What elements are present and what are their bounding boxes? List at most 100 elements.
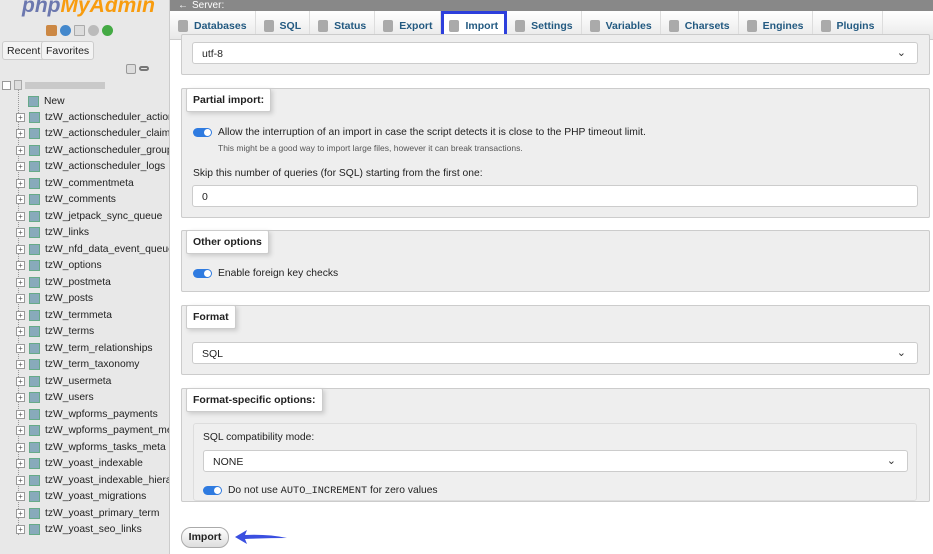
- home-icon[interactable]: [46, 25, 57, 36]
- expand-icon[interactable]: +: [16, 327, 25, 336]
- foreign-key-toggle[interactable]: [193, 268, 212, 278]
- table-icon: [29, 408, 40, 420]
- settings-gear-icon[interactable]: [88, 25, 99, 36]
- table-item[interactable]: + tzW_users: [16, 390, 94, 406]
- table-item[interactable]: + tzW_comments: [16, 192, 116, 208]
- table-item[interactable]: + tzW_posts: [16, 291, 93, 307]
- table-icon: [29, 227, 40, 238]
- expand-icon[interactable]: +: [16, 508, 25, 518]
- table-item[interactable]: + tzW_options: [16, 258, 102, 274]
- table-item[interactable]: + tzW_postmeta: [16, 274, 111, 290]
- status-icon: [318, 19, 329, 32]
- import-button[interactable]: Import: [181, 527, 229, 548]
- expand-icon[interactable]: +: [16, 426, 25, 435]
- table-icon: [29, 260, 40, 271]
- expand-icon[interactable]: +: [16, 261, 25, 270]
- table-item[interactable]: + tzW_yoast_seo_links: [16, 522, 142, 538]
- expand-icon[interactable]: +: [16, 244, 25, 254]
- table-item[interactable]: + tzW_wpforms_payment_meta: [16, 423, 169, 439]
- expand-icon[interactable]: +: [16, 195, 25, 204]
- new-table-icon: [28, 95, 39, 107]
- expand-icon[interactable]: +: [16, 211, 25, 221]
- export-icon: [383, 19, 394, 32]
- format-select[interactable]: SQL ⌄: [192, 342, 918, 364]
- table-icon: [29, 293, 40, 304]
- table-item[interactable]: + tzW_terms: [16, 324, 94, 340]
- server-link[interactable]: Server:: [192, 0, 224, 11]
- reload-icon[interactable]: [102, 25, 113, 36]
- table-icon: [29, 375, 40, 387]
- navigation-sidebar: phpMyAdmin Recent Favorites New + tzW_act…: [0, 0, 170, 554]
- expand-icon[interactable]: +: [16, 277, 25, 287]
- expand-icon[interactable]: +: [16, 228, 25, 237]
- table-icon: [29, 474, 40, 486]
- import-form: utf-8 ⌄ Partial import: Allow the interru…: [170, 34, 933, 554]
- table-icon: [29, 243, 40, 255]
- favorites-button[interactable]: Favorites: [41, 41, 95, 60]
- new-table-item[interactable]: New: [28, 93, 65, 109]
- expand-icon[interactable]: +: [16, 343, 25, 353]
- format-legend: Format: [186, 305, 236, 329]
- expand-icon[interactable]: +: [16, 145, 25, 155]
- foreign-key-row: Enable foreign key checks: [193, 268, 338, 279]
- table-item[interactable]: + tzW_usermeta: [16, 373, 111, 389]
- auto-increment-toggle[interactable]: [203, 485, 222, 495]
- collapse-all-icon[interactable]: [126, 64, 136, 74]
- table-item[interactable]: + tzW_links: [16, 225, 89, 241]
- compat-mode-select[interactable]: NONE ⌄: [203, 450, 908, 472]
- table-item[interactable]: + tzW_yoast_indexable: [16, 456, 143, 472]
- table-icon: [29, 507, 40, 519]
- back-arrow-icon[interactable]: ←: [178, 0, 188, 11]
- expand-icon[interactable]: +: [16, 525, 25, 534]
- docs-icon[interactable]: [74, 25, 85, 36]
- expand-icon[interactable]: +: [16, 112, 25, 122]
- expand-icon[interactable]: +: [16, 475, 25, 485]
- table-item[interactable]: + tzW_yoast_migrations: [16, 489, 146, 505]
- quick-icons: [46, 25, 113, 36]
- table-item[interactable]: + tzW_term_taxonomy: [16, 357, 139, 373]
- phpmyadmin-logo[interactable]: phpMyAdmin: [22, 0, 155, 18]
- expand-icon[interactable]: +: [16, 409, 25, 419]
- expand-icon[interactable]: +: [16, 492, 25, 501]
- skip-queries-input[interactable]: 0: [192, 185, 918, 207]
- collapse-icon[interactable]: [2, 80, 11, 90]
- expand-icon[interactable]: +: [16, 294, 25, 303]
- table-item[interactable]: + tzW_wpforms_tasks_meta: [16, 439, 166, 455]
- database-node[interactable]: [2, 80, 105, 90]
- charset-select[interactable]: utf-8 ⌄: [192, 42, 918, 64]
- table-item[interactable]: + tzW_nfd_data_event_queue: [16, 241, 169, 257]
- recent-button[interactable]: Recent: [2, 41, 46, 60]
- help-icon[interactable]: [60, 25, 71, 36]
- expand-icon[interactable]: +: [16, 393, 25, 402]
- table-item[interactable]: + tzW_termmeta: [16, 307, 112, 323]
- expand-icon[interactable]: +: [16, 442, 25, 452]
- engines-icon: [746, 19, 757, 32]
- link-icon[interactable]: [139, 66, 149, 71]
- allow-interrupt-toggle[interactable]: [193, 127, 212, 137]
- compat-mode-label: SQL compatibility mode:: [203, 432, 315, 443]
- expand-icon[interactable]: +: [16, 178, 25, 188]
- expand-icon[interactable]: +: [16, 162, 25, 171]
- table-item[interactable]: + tzW_actionscheduler_logs: [16, 159, 165, 175]
- table-item[interactable]: + tzW_actionscheduler_actions: [16, 109, 169, 125]
- chevron-down-icon: ⌄: [896, 347, 906, 359]
- table-item[interactable]: + tzW_actionscheduler_claims: [16, 126, 169, 142]
- table-item[interactable]: + tzW_jetpack_sync_queue: [16, 208, 162, 224]
- expand-icon[interactable]: +: [16, 376, 25, 386]
- table-item[interactable]: + tzW_yoast_primary_term: [16, 505, 159, 521]
- table-item[interactable]: + tzW_commentmeta: [16, 175, 134, 191]
- expand-icon[interactable]: +: [16, 360, 25, 369]
- table-item[interactable]: + tzW_wpforms_payments: [16, 406, 158, 422]
- expand-icon[interactable]: +: [16, 129, 25, 138]
- table-icon: [29, 177, 40, 189]
- expand-icon[interactable]: +: [16, 310, 25, 320]
- arrow-pointer-icon: [235, 530, 287, 544]
- expand-icon[interactable]: +: [16, 459, 25, 468]
- table-item[interactable]: + tzW_term_relationships: [16, 340, 153, 356]
- table-item[interactable]: +tzW_yoast_indexable_hierarchy: [16, 472, 169, 488]
- table-icon: [29, 441, 40, 453]
- table-item[interactable]: + tzW_actionscheduler_groups: [16, 142, 169, 158]
- sql-options-box: SQL compatibility mode: NONE ⌄ Do not use…: [193, 423, 917, 501]
- database-icon: [14, 80, 22, 90]
- table-icon: [29, 161, 40, 172]
